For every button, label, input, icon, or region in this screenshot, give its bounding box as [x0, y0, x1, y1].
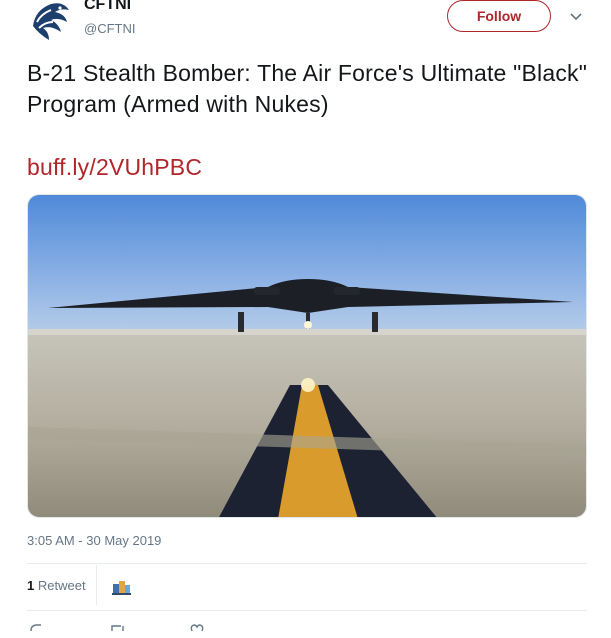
- tweet-header: CFTNI @CFTNI Follow: [27, 0, 597, 44]
- retweet-count: 1: [27, 578, 35, 593]
- retweet-icon[interactable]: [109, 620, 127, 638]
- tweet-timestamp[interactable]: 3:05 AM - 30 May 2019: [27, 533, 161, 548]
- account-handle[interactable]: @CFTNI: [84, 21, 135, 36]
- tweet-text: B-21 Stealth Bomber: The Air Force's Ult…: [27, 60, 588, 117]
- chevron-down-icon[interactable]: [569, 9, 583, 23]
- tweet-actions: [27, 620, 327, 632]
- retweet-label: Retweet: [37, 578, 86, 593]
- tweet-link[interactable]: buff.ly/2VUhPBC: [27, 152, 202, 183]
- retweeter-avatar-icon[interactable]: [110, 576, 132, 598]
- eagle-logo-icon[interactable]: [27, 0, 73, 42]
- like-icon[interactable]: [189, 620, 205, 638]
- follow-button[interactable]: Follow: [447, 0, 551, 32]
- divider: [27, 610, 587, 611]
- display-name[interactable]: CFTNI: [84, 0, 131, 14]
- divider: [27, 563, 587, 564]
- stealth-bomber-runway-photo[interactable]: [27, 194, 587, 518]
- divider: [96, 565, 97, 605]
- reply-icon[interactable]: [29, 620, 45, 638]
- retweet-stats[interactable]: 1 Retweet: [27, 578, 86, 593]
